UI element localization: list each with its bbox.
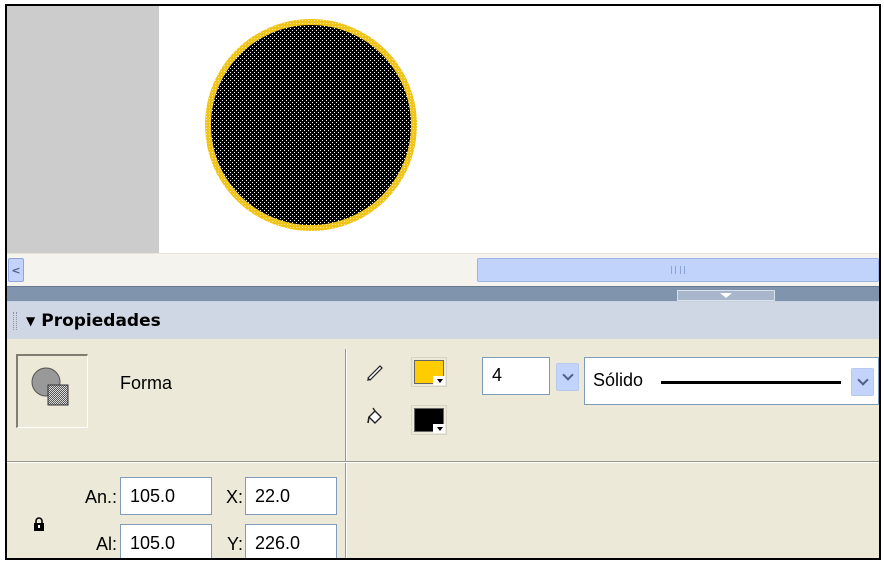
height-label: Al: <box>95 534 117 554</box>
scrollbar-thumb[interactable] <box>477 258 879 282</box>
paint-bucket-icon <box>367 407 382 424</box>
horizontal-scrollbar[interactable]: < <box>7 253 879 286</box>
pasteboard <box>7 6 159 253</box>
stroke-height-input[interactable]: 4 <box>482 357 550 395</box>
stroke-style-dropdown[interactable] <box>851 368 874 396</box>
width-input[interactable]: 105.0 <box>120 477 212 515</box>
solid-line-preview <box>661 381 841 384</box>
chevron-down-icon <box>856 374 869 386</box>
panel-grip-icon[interactable] <box>13 311 17 330</box>
chevron-down-icon <box>561 369 574 381</box>
horizontal-separator <box>7 461 879 463</box>
height-input[interactable]: 105.0 <box>120 524 212 558</box>
collapse-arrow-icon <box>720 293 732 298</box>
stroke-color-swatch[interactable] <box>411 357 447 387</box>
pencil-icon <box>367 365 383 381</box>
properties-panel-header[interactable]: ▼ Propiedades <box>7 301 879 339</box>
chevron-left-icon: < <box>11 263 21 277</box>
lock-icon[interactable] <box>33 517 45 531</box>
fill-color-swatch[interactable] <box>411 405 447 435</box>
shape-type-box <box>16 354 88 428</box>
panel-toggle-button[interactable] <box>677 290 775 301</box>
x-label: X: <box>225 487 243 507</box>
triangle-down-icon[interactable]: ▼ <box>26 314 35 328</box>
stage[interactable] <box>7 6 879 253</box>
selected-circle-shape[interactable] <box>200 14 422 236</box>
y-input[interactable]: 226.0 <box>245 524 337 558</box>
x-input[interactable]: 22.0 <box>245 477 337 515</box>
vertical-separator <box>345 349 347 558</box>
chevron-down-icon <box>437 379 443 383</box>
circle-graphic <box>205 19 417 231</box>
panel-title: Propiedades <box>41 310 161 331</box>
scroll-left-button[interactable]: < <box>8 258 24 282</box>
width-label: An.: <box>84 487 117 507</box>
stroke-style-label: Sólido <box>593 370 644 390</box>
y-label: Y: <box>226 534 243 554</box>
stroke-height-dropdown[interactable] <box>556 363 579 391</box>
grip-icon <box>671 266 685 274</box>
shape-type-label: Forma <box>120 373 173 393</box>
shape-icon <box>31 367 69 406</box>
panel-divider[interactable] <box>7 286 879 301</box>
stroke-style-select[interactable]: Sólido <box>584 357 879 405</box>
properties-panel-body: Forma 4 Sólido An.: 105.0 X: 22.0 Al: 10… <box>7 339 879 558</box>
chevron-down-icon <box>437 427 443 431</box>
app-frame: < ▼ Propiedades Forma 4 Sólido An.: 105.… <box>5 4 881 560</box>
